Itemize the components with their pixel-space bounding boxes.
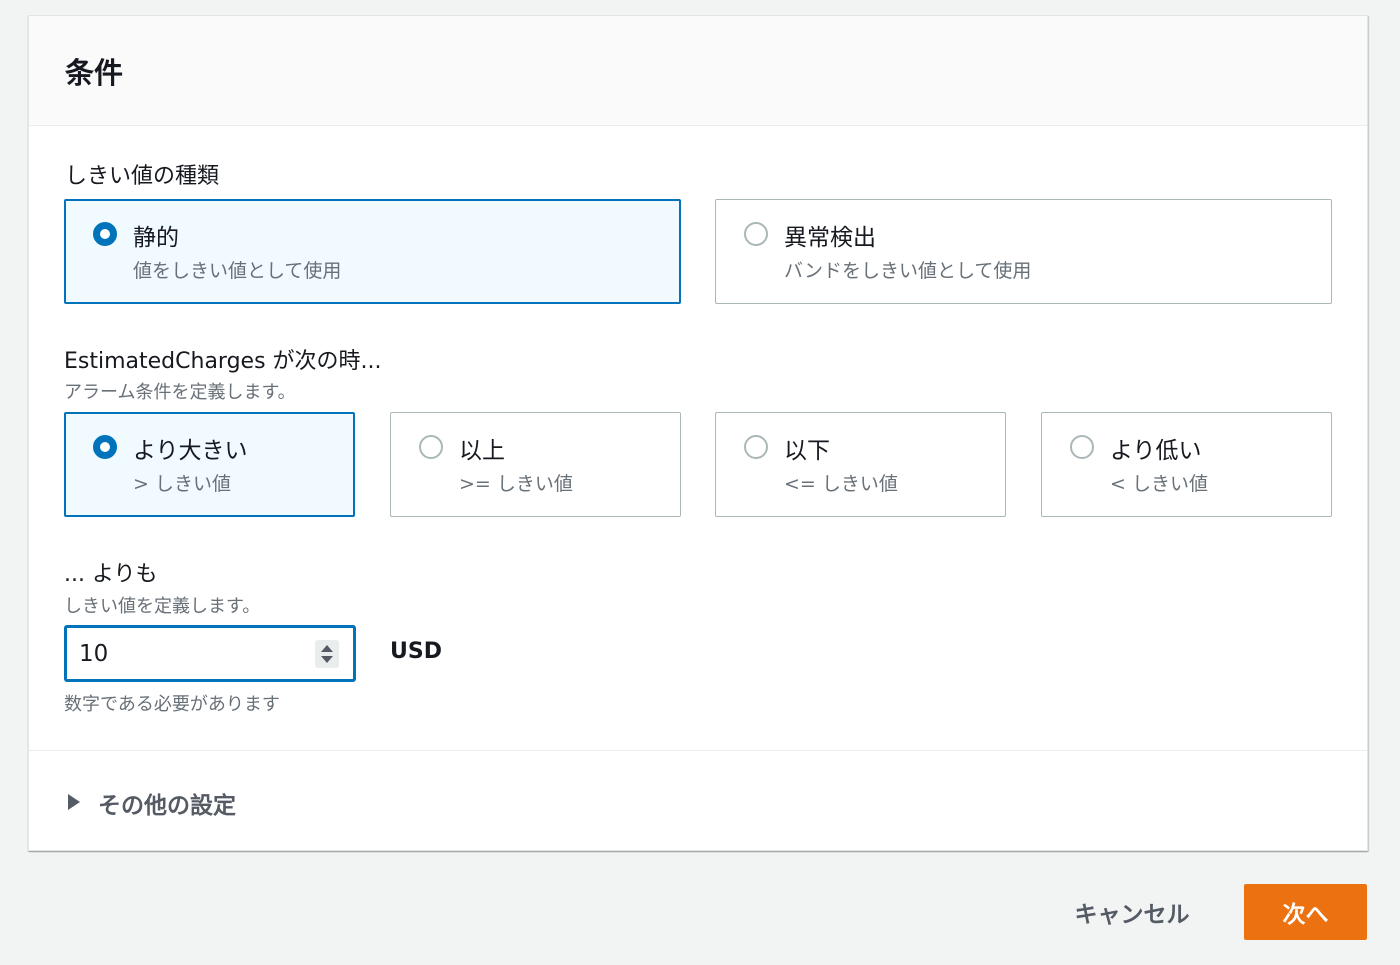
static-radio[interactable] — [93, 222, 117, 246]
anomaly-subtitle: バンドをしきい値として使用 — [784, 260, 1032, 282]
less-equal-subtitle: <= しきい値 — [784, 473, 898, 495]
condition-label: EstimatedCharges が次の時... — [64, 349, 382, 374]
unit-label: USD — [390, 639, 442, 664]
greater-subtitle: > しきい値 — [133, 473, 231, 495]
threshold-input[interactable] — [79, 638, 299, 670]
stepper-up-icon[interactable] — [321, 645, 333, 652]
divider — [29, 750, 1367, 751]
conditions-panel: 条件 しきい値の種類 静的 値をしきい値として使用 異常検出 バンドをしきい値と… — [28, 15, 1368, 851]
static-title: 静的 — [133, 225, 179, 251]
greater-equal-subtitle: >= しきい値 — [459, 473, 573, 495]
anomaly-title: 異常検出 — [784, 225, 876, 251]
greater-equal-title: 以上 — [459, 438, 505, 464]
panel-header: 条件 — [29, 16, 1367, 126]
static-subtitle: 値をしきい値として使用 — [133, 260, 342, 282]
panel-title: 条件 — [65, 56, 124, 90]
caret-right-icon — [68, 794, 80, 810]
condition-greater-equal-tile[interactable]: 以上 >= しきい値 — [390, 412, 681, 517]
additional-settings-label: その他の設定 — [98, 793, 236, 819]
less-equal-radio[interactable] — [744, 435, 768, 459]
threshold-value-description: しきい値を定義します。 — [64, 596, 261, 617]
cancel-button[interactable]: キャンセル — [1052, 884, 1212, 940]
less-title: より低い — [1110, 438, 1202, 464]
anomaly-radio[interactable] — [744, 222, 768, 246]
less-equal-title: 以下 — [784, 438, 830, 464]
greater-radio[interactable] — [93, 435, 117, 459]
less-subtitle: < しきい値 — [1110, 473, 1208, 495]
condition-description: アラーム条件を定義します。 — [64, 382, 296, 403]
greater-equal-radio[interactable] — [419, 435, 443, 459]
greater-title: より大きい — [133, 438, 248, 464]
condition-less-tile[interactable]: より低い < しきい値 — [1041, 412, 1332, 517]
less-radio[interactable] — [1070, 435, 1094, 459]
threshold-type-anomaly-tile[interactable]: 異常検出 バンドをしきい値として使用 — [715, 199, 1332, 304]
threshold-value-label: ... よりも — [64, 562, 158, 587]
condition-less-equal-tile[interactable]: 以下 <= しきい値 — [715, 412, 1006, 517]
condition-greater-tile[interactable]: より大きい > しきい値 — [64, 412, 355, 517]
threshold-type-static-tile[interactable]: 静的 値をしきい値として使用 — [64, 199, 681, 304]
threshold-type-label: しきい値の種類 — [65, 164, 220, 189]
threshold-hint: 数字である必要があります — [64, 694, 280, 715]
next-button[interactable]: 次へ — [1244, 884, 1367, 940]
threshold-input-wrapper — [64, 625, 356, 682]
number-stepper[interactable] — [315, 640, 339, 668]
stepper-down-icon[interactable] — [321, 656, 333, 663]
